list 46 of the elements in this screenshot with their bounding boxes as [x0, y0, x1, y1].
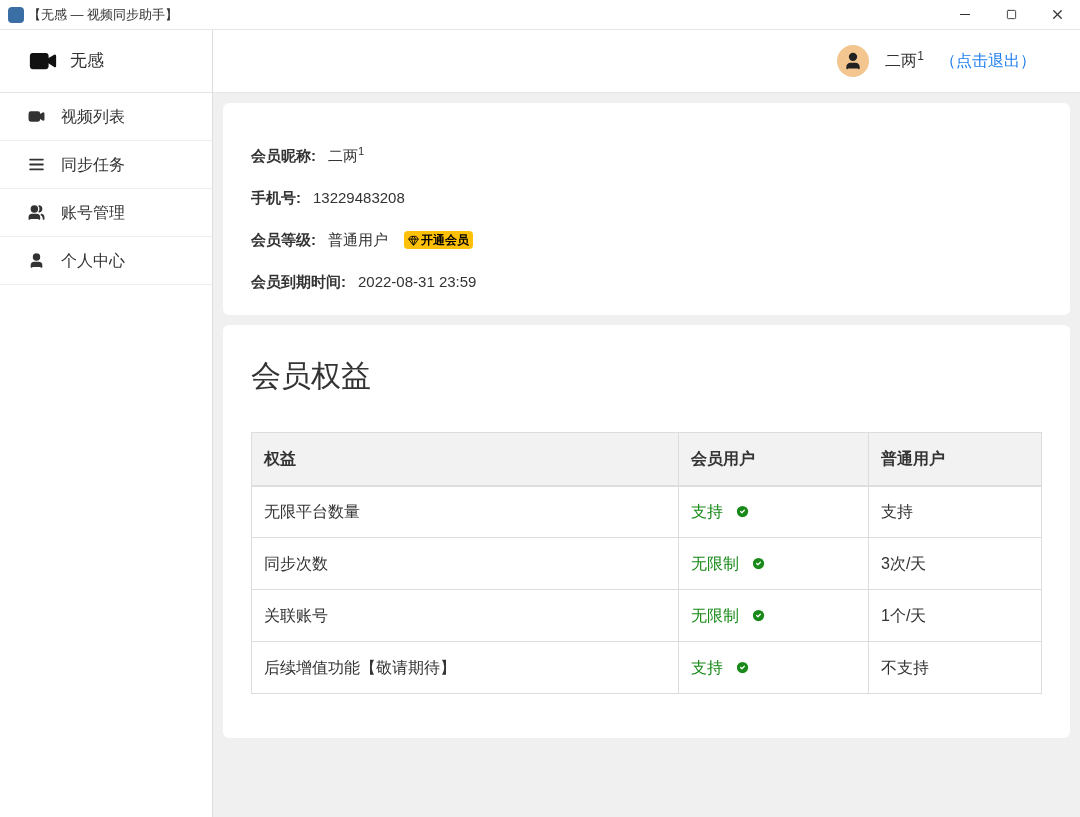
field-label: 手机号:	[251, 187, 301, 208]
field-value: 13229483208	[313, 187, 405, 208]
field-value: 二两$^{1}$	[328, 144, 365, 166]
table-cell: 3次/天	[868, 537, 1042, 590]
field-label: 会员等级:	[251, 229, 316, 250]
field-value: 普通用户	[328, 229, 388, 250]
upgrade-badge[interactable]: 开通会员	[404, 231, 473, 249]
table-cell: 无限制	[678, 589, 869, 642]
maximize-icon	[1005, 9, 1017, 20]
section-title: 会员权益	[251, 358, 372, 394]
check-icon	[751, 556, 766, 571]
field-value: 2022-08-31 23:59	[358, 271, 477, 292]
table-cell: 同步次数	[251, 537, 679, 590]
diamond-icon	[408, 234, 419, 246]
sidebar-item[interactable]: 账号管理	[0, 189, 212, 237]
table-cell: 支持	[678, 641, 869, 694]
table-cell: 支持	[868, 485, 1042, 538]
check-icon	[735, 504, 750, 520]
table-cell: 无限制	[678, 537, 869, 590]
table-cell: 支持	[678, 485, 869, 538]
avatar	[837, 45, 870, 77]
sidebar-item[interactable]: 个人中心	[0, 237, 212, 285]
table-cell: 后续增值功能【敬请期待】	[251, 641, 679, 694]
window-title: 【无感 — 视频同步助手】	[28, 5, 179, 24]
column-header: 权益	[251, 432, 679, 486]
username: 二两$^{1}$	[885, 49, 924, 71]
check-icon	[751, 608, 766, 623]
field-label: 会员到期时间:	[251, 271, 346, 292]
table-cell: 不支持	[868, 641, 1042, 694]
logout-link[interactable]: （点击退出）	[940, 49, 1036, 73]
table-cell: 关联账号	[251, 589, 679, 642]
column-header: 会员用户	[678, 432, 869, 486]
table-cell: 1个/天	[868, 589, 1042, 642]
table-cell: 无限平台数量	[251, 485, 679, 538]
sidebar-item[interactable]: 同步任务	[0, 141, 212, 189]
check-icon	[735, 660, 750, 675]
users-icon	[28, 204, 45, 221]
sidebar-item[interactable]: 视频列表	[0, 93, 212, 141]
brand-name: 无感	[70, 50, 104, 73]
column-header: 普通用户	[868, 432, 1042, 486]
field-label: 会员昵称:	[251, 145, 316, 166]
video-camera-icon	[28, 108, 45, 125]
app-icon	[8, 6, 24, 23]
user-icon	[28, 252, 45, 269]
minimize-icon	[960, 14, 970, 15]
list-icon	[28, 156, 45, 173]
